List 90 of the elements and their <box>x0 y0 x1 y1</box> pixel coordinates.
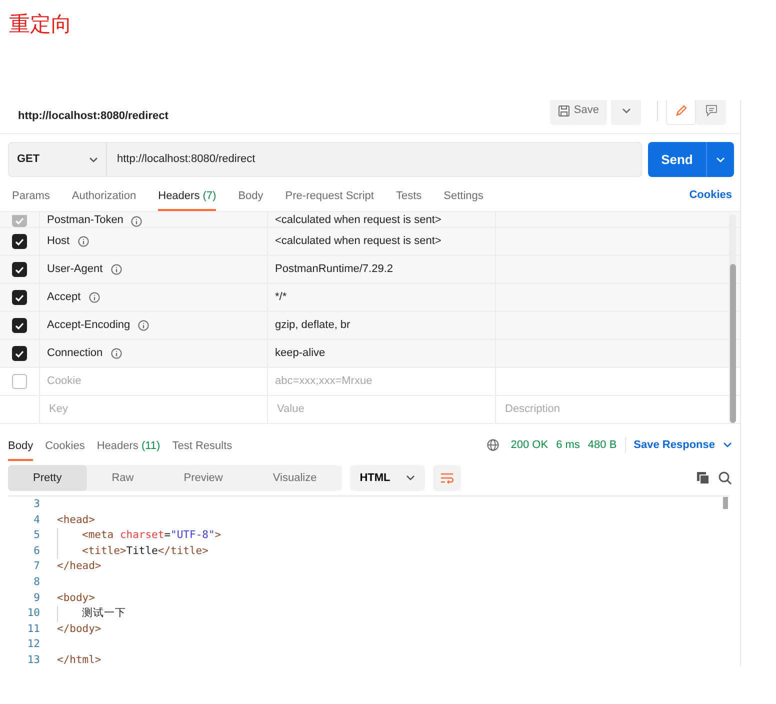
line-number: 5 <box>32 528 40 544</box>
request-tab[interactable]: Authorization <box>72 182 136 211</box>
comment-icon <box>704 104 718 117</box>
header-checkbox[interactable] <box>12 374 27 389</box>
format-dropdown[interactable]: HTML <box>350 465 426 491</box>
cookies-link[interactable]: Cookies <box>689 186 732 203</box>
header-checkbox[interactable] <box>12 318 27 333</box>
wrap-icon <box>440 472 454 484</box>
request-name: http://localhost:8080/redirect <box>18 109 168 124</box>
scrollbar-thumb[interactable] <box>730 264 736 423</box>
view-mode-tab[interactable]: Raw <box>86 465 159 491</box>
code-line: </html> <box>56 652 102 666</box>
code-line: <meta charset="UTF-8"> <box>40 528 222 544</box>
wrap-lines-button[interactable] <box>433 465 462 491</box>
header-value: keep-alive <box>275 346 326 362</box>
send-dropdown-button[interactable] <box>706 142 734 177</box>
view-mode-tab[interactable]: Pretty <box>8 465 87 491</box>
response-size: 480 B <box>588 438 617 452</box>
edit-button[interactable] <box>666 100 696 124</box>
check-icon <box>15 266 24 274</box>
scrollbar-thumb[interactable] <box>723 497 728 509</box>
comments-button[interactable] <box>696 100 726 124</box>
header-key: Host <box>47 233 70 250</box>
request-tab[interactable]: Tests <box>396 182 422 211</box>
line-number: 11 <box>26 622 40 637</box>
line-number: 7 <box>32 559 40 574</box>
check-icon <box>15 217 24 225</box>
check-icon <box>15 238 24 246</box>
save-response-button[interactable]: Save Response <box>624 436 732 453</box>
header-key: Accept-Encoding <box>47 317 130 334</box>
header-key: Connection <box>47 345 103 362</box>
code-line: 测试一下 <box>40 606 126 622</box>
response-tab[interactable]: Cookies <box>45 432 85 461</box>
header-value: PostmanRuntime/7.29.2 <box>275 262 394 278</box>
header-checkbox[interactable] <box>12 234 27 249</box>
code-line: </body> <box>56 622 102 637</box>
header-checkbox[interactable] <box>12 262 27 277</box>
header-value: <calculated when request is sent> <box>275 234 442 250</box>
save-dropdown-button[interactable] <box>611 100 641 124</box>
response-tab[interactable]: Headers (11) <box>96 432 160 461</box>
code-line: <body> <box>56 590 95 606</box>
line-number: 10 <box>26 606 40 622</box>
send-button[interactable]: Send <box>648 142 706 177</box>
check-icon <box>15 322 24 330</box>
key-field[interactable]: Key <box>47 400 267 419</box>
header-checkbox[interactable] <box>12 346 27 361</box>
check-icon <box>15 350 24 358</box>
header-key: User-Agent <box>47 261 103 278</box>
pencil-icon <box>674 104 688 117</box>
request-tab[interactable]: Params <box>12 182 50 211</box>
caret-icon <box>716 156 725 162</box>
header-key: Accept <box>47 289 81 306</box>
caret-icon <box>406 475 416 481</box>
globe-icon <box>486 438 499 451</box>
line-number: 4 <box>32 512 40 528</box>
request-tab[interactable]: Settings <box>444 182 484 211</box>
line-number: 8 <box>32 574 40 590</box>
value-field[interactable]: Value <box>275 400 495 419</box>
line-number: 13 <box>26 652 40 666</box>
header-key: Postman-Token <box>47 214 124 227</box>
code-line: </head> <box>56 559 102 574</box>
line-number: 9 <box>32 590 40 606</box>
header-checkbox[interactable] <box>12 290 27 305</box>
save-icon <box>558 104 570 116</box>
code-line: <title>Title</title> <box>40 544 208 560</box>
code-line: <head> <box>56 512 95 528</box>
header-value: */* <box>275 290 287 306</box>
header-value: <calculated when request is sent> <box>275 214 442 227</box>
response-tab[interactable]: Test Results <box>172 432 232 461</box>
line-number: 3 <box>32 497 40 512</box>
request-tab[interactable]: Pre-request Script <box>285 182 374 211</box>
header-value: abc=xxx;xxx=Mrxue <box>275 374 372 390</box>
description-field[interactable]: Description <box>503 400 729 419</box>
caret-icon <box>622 108 630 114</box>
check-icon <box>15 294 24 302</box>
response-time: 6 ms <box>556 438 580 452</box>
header-key: Cookie <box>47 373 82 390</box>
search-icon <box>718 471 732 485</box>
response-tab[interactable]: Body <box>8 432 34 461</box>
request-tab[interactable]: Body <box>238 182 264 211</box>
article-heading: 重定向 <box>8 11 73 38</box>
copy-icon <box>696 471 710 485</box>
caret-icon <box>723 442 732 448</box>
view-mode-tab[interactable]: Visualize <box>248 465 342 491</box>
save-button[interactable]: Save <box>550 100 607 124</box>
header-value: gzip, deflate, br <box>275 318 350 334</box>
view-mode-tab[interactable]: Preview <box>158 465 248 491</box>
line-number: 12 <box>26 637 40 652</box>
line-number: 6 <box>32 544 40 559</box>
status-code: 200 OK <box>510 438 548 452</box>
